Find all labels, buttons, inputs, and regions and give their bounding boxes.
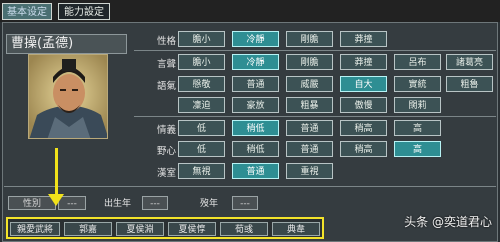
related-generals-header: 親愛武將: [10, 222, 60, 236]
tab-ability-settings[interactable]: 能力設定: [58, 3, 110, 20]
divider: [134, 50, 496, 51]
related-general-1[interactable]: 郭嘉: [64, 222, 112, 236]
tone-option-8[interactable]: 豪放: [232, 97, 279, 113]
ambition-option-high[interactable]: 高: [394, 141, 441, 157]
tone-option-5[interactable]: 實統: [394, 76, 441, 92]
tone-option-7[interactable]: 凜迫: [178, 97, 225, 113]
voice-option-5[interactable]: 呂布: [394, 54, 441, 70]
tone-option-6[interactable]: 粗魯: [446, 76, 493, 92]
death-year-field[interactable]: ---: [232, 196, 258, 210]
voice-option-6[interactable]: 諸葛亮: [446, 54, 493, 70]
row-label-ambition: 野心: [156, 146, 176, 157]
han-option-ignore[interactable]: 無視: [178, 163, 225, 179]
ambition-option-slightly-high[interactable]: 稍高: [340, 141, 387, 157]
han-option-value[interactable]: 重視: [286, 163, 333, 179]
watermark: 头条 @奕道君心: [404, 215, 492, 229]
character-name: 曹操(孟德): [6, 34, 127, 54]
tab-bar: 基本设定 能力設定: [0, 0, 500, 22]
loyalty-option-normal[interactable]: 普通: [286, 120, 333, 136]
tone-option-10[interactable]: 傲慢: [340, 97, 387, 113]
annotation-arrow-shaft: [55, 148, 58, 198]
voice-option-2[interactable]: 冷靜: [232, 54, 279, 70]
loyalty-option-high[interactable]: 高: [394, 120, 441, 136]
tone-option-4[interactable]: 自大: [340, 76, 387, 92]
game-screen: 基本设定 能力設定 曹操(孟德) 性格 膽小 冷靜 剛膽 莽撞 言聲 膽小 冷靜…: [0, 0, 500, 242]
loyalty-option-slightly-high[interactable]: 稍高: [340, 120, 387, 136]
personality-option-reckless[interactable]: 莽撞: [340, 31, 387, 47]
related-generals-list: 親愛武將 郭嘉 夏侯淵 夏侯惇 荀彧 典韋: [6, 217, 324, 239]
row-label-han-court: 漢室: [156, 168, 176, 179]
death-year-label: 歿年: [200, 199, 219, 209]
annotation-arrow-head: [48, 194, 64, 206]
row-label-loyalty: 情義: [156, 125, 176, 136]
tone-option-9[interactable]: 粗暴: [286, 97, 333, 113]
related-general-5[interactable]: 典韋: [272, 222, 320, 236]
birth-year-field[interactable]: ---: [142, 196, 168, 210]
tone-option-2[interactable]: 普通: [232, 76, 279, 92]
loyalty-option-low[interactable]: 低: [178, 120, 225, 136]
voice-option-4[interactable]: 莽撞: [340, 54, 387, 70]
related-general-4[interactable]: 荀彧: [220, 222, 268, 236]
tone-option-1[interactable]: 慇敬: [178, 76, 225, 92]
related-general-3[interactable]: 夏侯惇: [168, 222, 216, 236]
ambition-option-low[interactable]: 低: [178, 141, 225, 157]
personality-option-calm[interactable]: 冷靜: [232, 31, 279, 47]
voice-option-1[interactable]: 膽小: [178, 54, 225, 70]
loyalty-option-slightly-low[interactable]: 稍低: [232, 120, 279, 136]
voice-option-3[interactable]: 剛膽: [286, 54, 333, 70]
divider: [4, 186, 496, 187]
ambition-option-normal[interactable]: 普通: [286, 141, 333, 157]
birth-year-label: 出生年: [104, 199, 132, 209]
tone-option-3[interactable]: 威嚴: [286, 76, 333, 92]
personality-option-brave[interactable]: 剛膽: [286, 31, 333, 47]
character-portrait: [28, 54, 108, 139]
tone-option-11[interactable]: 闊莉: [394, 97, 441, 113]
related-general-2[interactable]: 夏侯淵: [116, 222, 164, 236]
ambition-option-slightly-low[interactable]: 稍低: [232, 141, 279, 157]
row-label-voice: 言聲: [156, 59, 176, 70]
han-option-normal[interactable]: 普通: [232, 163, 279, 179]
divider: [134, 116, 496, 117]
row-label-tone: 語氣: [156, 81, 176, 92]
personality-option-timid[interactable]: 膽小: [178, 31, 225, 47]
tab-basic-settings[interactable]: 基本设定: [2, 3, 52, 20]
row-label-personality: 性格: [156, 36, 176, 47]
